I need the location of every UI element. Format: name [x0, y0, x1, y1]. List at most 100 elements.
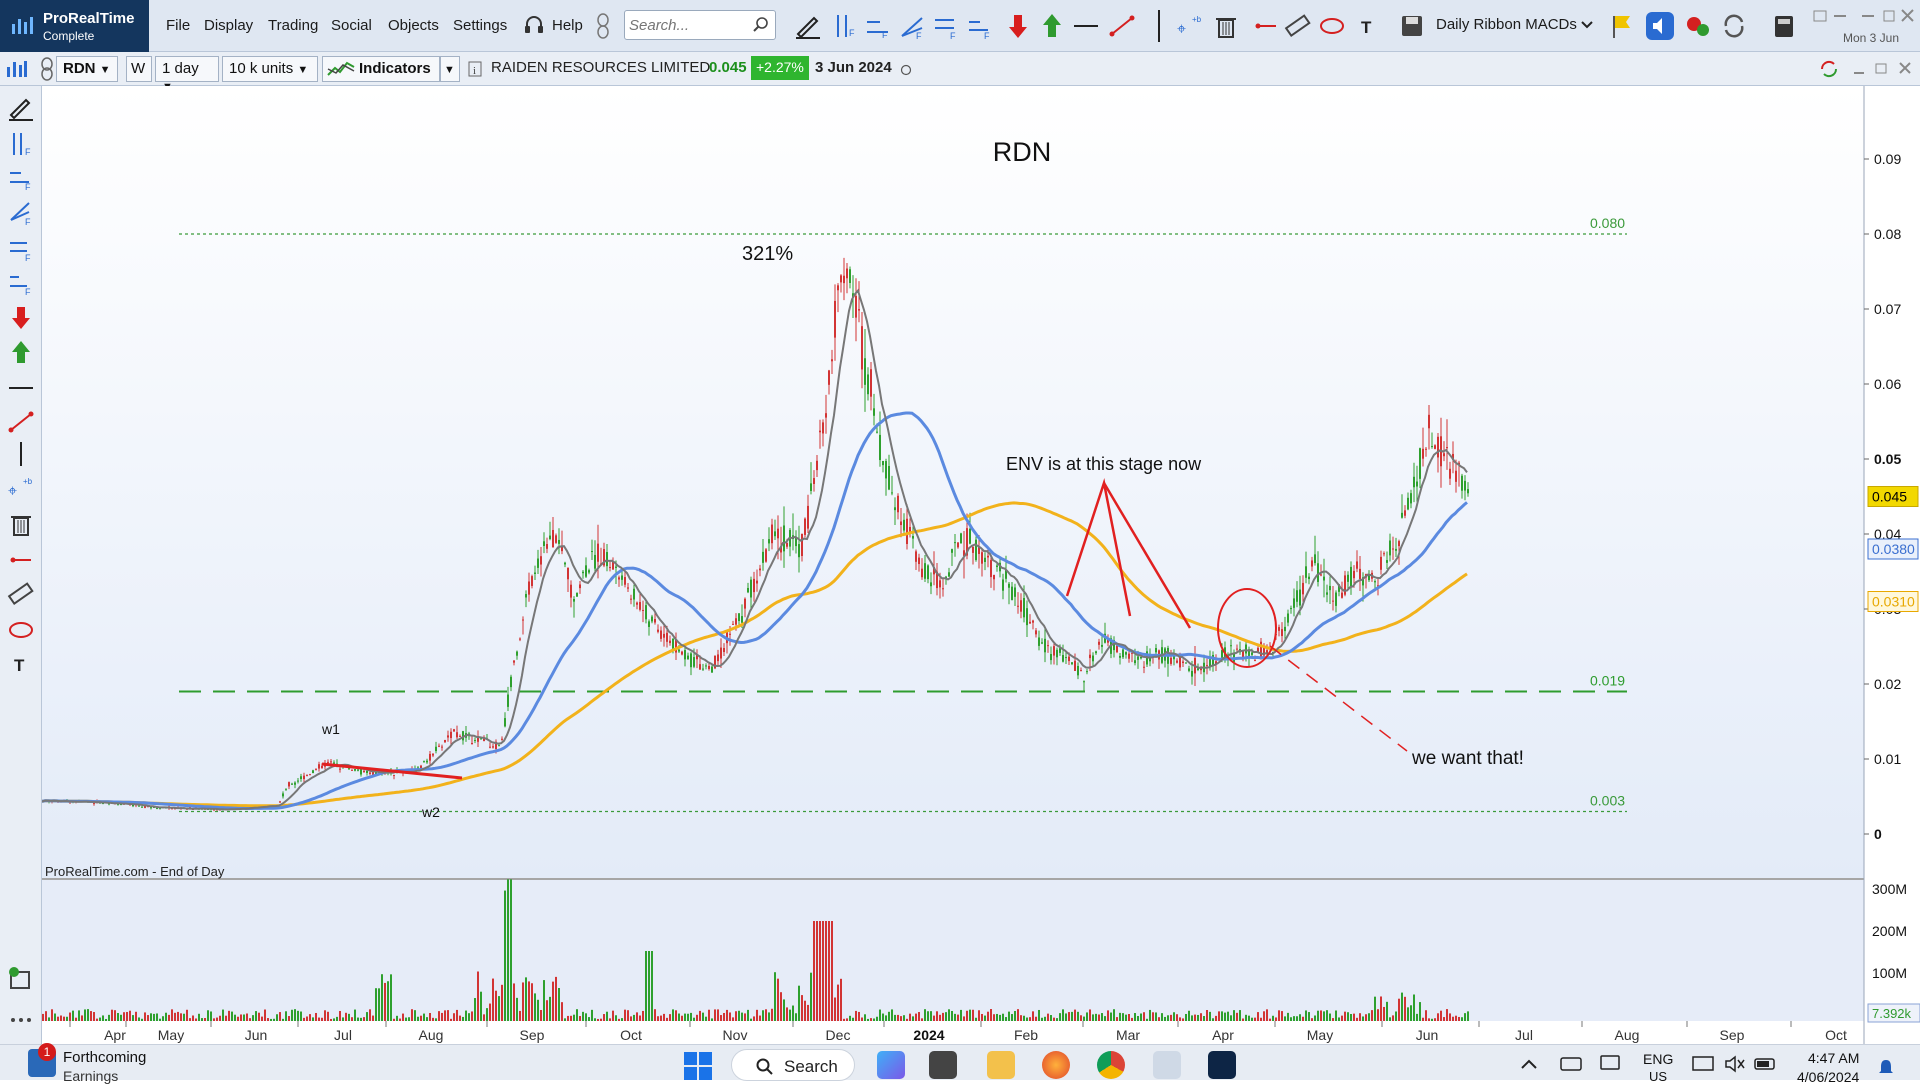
chart-panel[interactable]: RDN ProRealTime.com - End of Day 0.09 0.08 0…	[42, 86, 1920, 1044]
text-tool-icon[interactable]: T	[7, 650, 35, 678]
ruler-icon[interactable]	[1284, 12, 1312, 40]
menu-social[interactable]: Social	[331, 17, 372, 34]
indicators-dropdown[interactable]: ▼	[440, 56, 460, 82]
fibonacci-icon[interactable]: F	[7, 164, 35, 192]
buy-arrow-icon[interactable]	[1038, 12, 1066, 40]
fib-retracement-icon[interactable]: F	[7, 234, 35, 262]
notification-title[interactable]: Forthcoming	[63, 1049, 146, 1066]
prorealtime-taskbar-icon[interactable]	[1208, 1051, 1236, 1079]
time-tick-label: Aug	[1615, 1027, 1640, 1043]
sound-icon[interactable]	[1646, 12, 1674, 40]
file-explorer-icon[interactable]	[987, 1051, 1015, 1079]
buy-arrow-icon[interactable]	[7, 338, 35, 366]
taskbar-search[interactable]: Search	[731, 1049, 855, 1081]
notification-bell-icon[interactable]	[1877, 1059, 1895, 1077]
copilot-icon[interactable]	[877, 1051, 905, 1079]
calculator-icon[interactable]	[1770, 12, 1798, 40]
windows-start-icon[interactable]	[683, 1051, 713, 1081]
vertical-line-icon[interactable]	[7, 440, 35, 468]
firefox-icon[interactable]	[1042, 1051, 1070, 1079]
candle-body	[1209, 659, 1211, 667]
clock-time[interactable]: 4:47 AM	[1808, 1050, 1859, 1066]
menu-settings[interactable]: Settings	[453, 17, 507, 34]
keyboard-icon[interactable]	[1560, 1057, 1582, 1071]
volume-muted-icon[interactable]	[1724, 1055, 1746, 1073]
volume-bar	[336, 1016, 338, 1021]
volume-bar	[327, 1011, 329, 1021]
refresh-icon[interactable]	[1720, 12, 1748, 40]
region-label[interactable]: US	[1649, 1069, 1667, 1084]
fib-time-icon[interactable]: F	[7, 268, 35, 296]
menu-help[interactable]: Help	[552, 17, 583, 34]
display-icon[interactable]	[1600, 1055, 1620, 1073]
price-chart[interactable]: RDNProRealTime.com - End of Day0.090.080…	[42, 86, 1920, 1044]
menu-objects[interactable]: Objects	[388, 17, 439, 34]
ellipse-icon[interactable]	[1318, 12, 1346, 40]
save-icon[interactable]	[1398, 12, 1426, 40]
fibonacci-icon[interactable]: F	[864, 12, 892, 40]
sell-arrow-icon[interactable]	[1004, 12, 1032, 40]
vertical-lines-icon[interactable]: F	[7, 130, 35, 158]
ray-line-icon[interactable]	[1252, 12, 1280, 40]
info-icon[interactable]: i	[468, 61, 482, 77]
volume-bar	[687, 1013, 689, 1021]
chevron-up-icon[interactable]	[1521, 1059, 1537, 1069]
indicators-button[interactable]: Indicators	[322, 56, 440, 82]
fib-retracement-icon[interactable]: F	[932, 12, 960, 40]
horizontal-line-icon[interactable]	[7, 374, 35, 402]
candle-body	[1314, 554, 1316, 564]
language-label[interactable]: ENG	[1643, 1051, 1673, 1067]
cursor-add-icon[interactable]: ⌖ +b	[7, 474, 35, 502]
search-input[interactable]	[629, 15, 749, 35]
alerts-icon[interactable]	[1684, 12, 1712, 40]
volume-bar	[537, 999, 539, 1021]
flag-icon[interactable]	[1608, 12, 1636, 40]
ray-line-icon[interactable]	[7, 546, 35, 574]
more-dots-icon[interactable]	[7, 1006, 35, 1034]
search-box[interactable]	[624, 10, 776, 40]
trash-icon[interactable]	[1212, 12, 1240, 40]
trend-line-icon[interactable]	[1108, 12, 1136, 40]
menu-trading[interactable]: Trading	[268, 17, 318, 34]
volume-bar	[1116, 1017, 1118, 1021]
preset-name[interactable]: Daily Ribbon MACDs	[1436, 16, 1577, 33]
window-controls-icon[interactable]	[1812, 8, 1916, 26]
menu-display[interactable]: Display	[204, 17, 253, 34]
cursor-add-icon[interactable]: ⌖ +b	[1176, 12, 1204, 40]
search-icon[interactable]	[753, 17, 769, 33]
snipping-tool-icon[interactable]	[1153, 1051, 1181, 1079]
task-view-icon[interactable]	[929, 1051, 957, 1079]
volume-bar	[294, 1009, 296, 1021]
fib-time-icon[interactable]: F	[966, 12, 994, 40]
battery-icon[interactable]	[1754, 1055, 1778, 1073]
fib-fan-icon[interactable]: F	[7, 198, 35, 226]
horizontal-line-icon[interactable]	[1072, 12, 1100, 40]
pencil-icon[interactable]	[794, 12, 822, 40]
sell-arrow-icon[interactable]	[7, 304, 35, 332]
ellipse-icon[interactable]	[7, 616, 35, 644]
brand[interactable]: ProRealTime Complete	[0, 0, 149, 52]
ruler-icon[interactable]	[7, 580, 35, 608]
timeframe-selector[interactable]: 1 day ▼	[155, 56, 219, 93]
volume-bar	[465, 1010, 467, 1021]
trend-line-icon[interactable]	[7, 408, 35, 436]
vertical-lines-icon[interactable]: F	[830, 12, 858, 40]
menu-file[interactable]: File	[166, 17, 190, 34]
period-w-button[interactable]: W	[126, 56, 152, 82]
chevron-down-icon[interactable]	[1581, 20, 1593, 30]
pencil-icon[interactable]	[7, 94, 35, 122]
headset-icon[interactable]	[524, 14, 544, 36]
chart-window-controls-icon[interactable]	[1818, 57, 1918, 81]
units-selector[interactable]: 10 k units ▼	[222, 56, 318, 82]
plugins-icon[interactable]	[7, 966, 35, 994]
trash-icon[interactable]	[7, 510, 35, 538]
chrome-icon[interactable]	[1097, 1051, 1125, 1079]
candle-body	[627, 587, 629, 589]
fib-fan-icon[interactable]: F	[898, 12, 926, 40]
network-icon[interactable]	[1692, 1055, 1714, 1073]
link-icon[interactable]	[40, 56, 54, 82]
text-tool-icon[interactable]: T	[1354, 12, 1382, 40]
clock-date[interactable]: 4/06/2024	[1797, 1069, 1859, 1085]
symbol-selector[interactable]: RDN ▼	[56, 56, 118, 82]
drawing-toolbar: F F F F F ⌖ +b T	[0, 86, 42, 1044]
